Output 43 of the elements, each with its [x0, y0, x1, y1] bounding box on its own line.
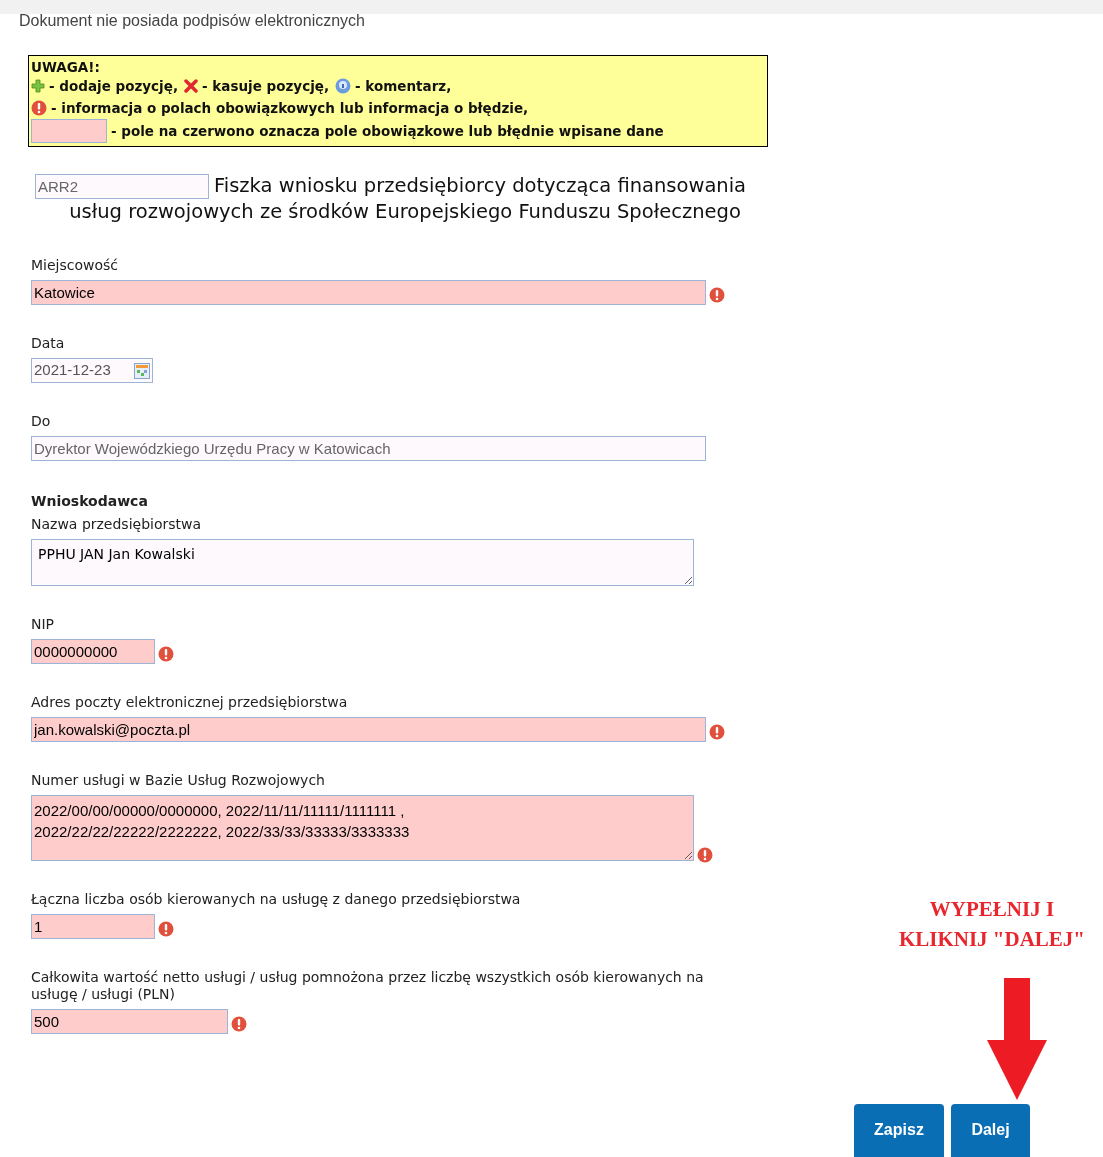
save-button[interactable]: Zapisz [854, 1104, 944, 1157]
text-area[interactable]: PPHU JAN Jan Kowalski [31, 539, 694, 586]
error-icon [709, 286, 725, 303]
date-value: 2021-12-23 [34, 360, 111, 381]
calendar-icon[interactable] [134, 362, 150, 379]
form-title: usług rozwojowych ze środków Europejskiego Funduszu Społecznego [69, 199, 741, 225]
instruction-text: WYPEŁNIJ I KLIKNIJ "DALEJ" [898, 896, 1085, 953]
date-field[interactable]: 2021-12-23 [31, 358, 153, 383]
form-code-field[interactable]: ARR2 [35, 174, 209, 199]
field-label: Nazwa przedsiębiorstwa [31, 516, 203, 533]
legend-text: - dodaje pozycję, [49, 77, 178, 96]
error-icon [31, 100, 47, 116]
field-label: NIP [31, 616, 56, 633]
text-field[interactable]: jan.kowalski@poczta.pl [31, 717, 706, 742]
error-icon [158, 920, 174, 937]
error-icon [709, 723, 725, 740]
error-icon [158, 645, 174, 662]
field-label: Łączna liczba osób kierowanych na usługę z danego przedsiębiorstwa [31, 891, 522, 908]
form-title: Fiszka wniosku przedsiębiorcy dotycząca finansowania [214, 173, 747, 199]
field-label: Data [31, 335, 66, 352]
next-button[interactable]: Dalej [951, 1104, 1030, 1157]
text-field[interactable]: 500 [31, 1009, 228, 1034]
legend-text: - komentarz, [355, 77, 452, 96]
field-label: Całkowita wartość netto usługi / usług pomnożona przez liczbę wszystkich osób kierowanych na usługę / usługi (PLN) [31, 969, 705, 1003]
plus-icon [31, 79, 45, 93]
delete-icon [184, 79, 198, 93]
field-label: Numer usługi w Bazie Usług Rozwojowych [31, 772, 326, 789]
legend-text: - informacja o polach obowiązkowych lub informacja o błędzie, [51, 99, 529, 118]
signature-notice: Dokument nie posiada podpisów elektronicznych [19, 13, 366, 29]
text-field[interactable]: Katowice [31, 280, 706, 305]
legend-title: UWAGA!: [31, 59, 101, 75]
field-label: Do [31, 413, 52, 430]
field-label: Adres poczty elektronicznej przedsiębiorstwa [31, 694, 349, 711]
text-area[interactable]: 2022/00/00/00000/0000000, 2022/11/11/11111/1111111 , 2022/22/22/22222/2222222, 2022/33/33/33333/3333333 [31, 795, 694, 861]
help-icon [335, 78, 352, 94]
text-field[interactable]: 1 [31, 914, 155, 939]
section-heading: Wnioskodawca [31, 492, 149, 511]
legend-text: - kasuje pozycję, [202, 77, 330, 96]
error-icon [231, 1015, 247, 1032]
text-field[interactable]: 0000000000 [31, 639, 155, 664]
field-label: Miejscowość [31, 257, 120, 274]
legend-text: - pole na czerwono oznacza pole obowiązkowe lub błędnie wpisane dane [111, 122, 664, 141]
error-icon [697, 847, 713, 863]
